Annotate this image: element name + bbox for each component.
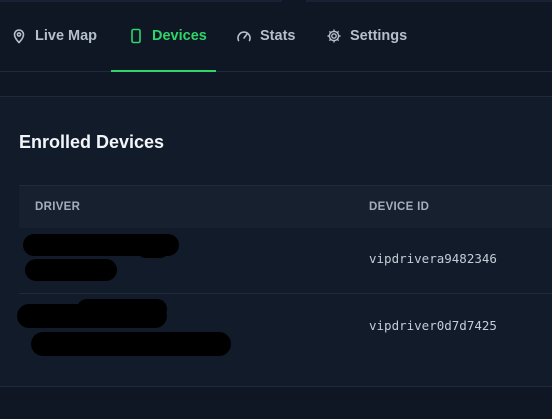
gauge-icon xyxy=(236,28,252,44)
smartphone-icon xyxy=(128,28,144,44)
active-tab-underline xyxy=(111,70,216,72)
tab-devices[interactable]: Devices xyxy=(111,0,216,72)
enrolled-devices-panel: Enrolled Devices DRIVER DEVICE ID vipdri… xyxy=(0,96,552,387)
table-row[interactable]: vipdriver0d7d7425 xyxy=(17,294,552,363)
panel-title: Enrolled Devices xyxy=(19,132,165,152)
tab-stats-label: Stats xyxy=(260,28,296,44)
tab-settings-label: Settings xyxy=(350,28,408,44)
column-header-driver: DRIVER xyxy=(35,201,81,213)
device-id: vipdriver0d7d7425 xyxy=(369,318,497,333)
main-nav: Live Map Devices Stats Settings xyxy=(0,0,552,72)
device-id: vipdrivera9482346 xyxy=(369,251,497,266)
tab-devices-label: Devices xyxy=(152,28,207,44)
table-row[interactable]: vipdrivera9482346 xyxy=(19,228,552,294)
gear-icon xyxy=(326,28,342,44)
table-header: DRIVER DEVICE ID xyxy=(19,185,552,228)
tab-stats[interactable]: Stats xyxy=(236,0,295,72)
tab-live-map-label: Live Map xyxy=(35,28,98,44)
tab-settings[interactable]: Settings xyxy=(326,0,407,72)
tab-live-map[interactable]: Live Map xyxy=(11,0,97,72)
map-pin-icon xyxy=(11,28,27,44)
column-header-device-id: DEVICE ID xyxy=(369,201,430,213)
